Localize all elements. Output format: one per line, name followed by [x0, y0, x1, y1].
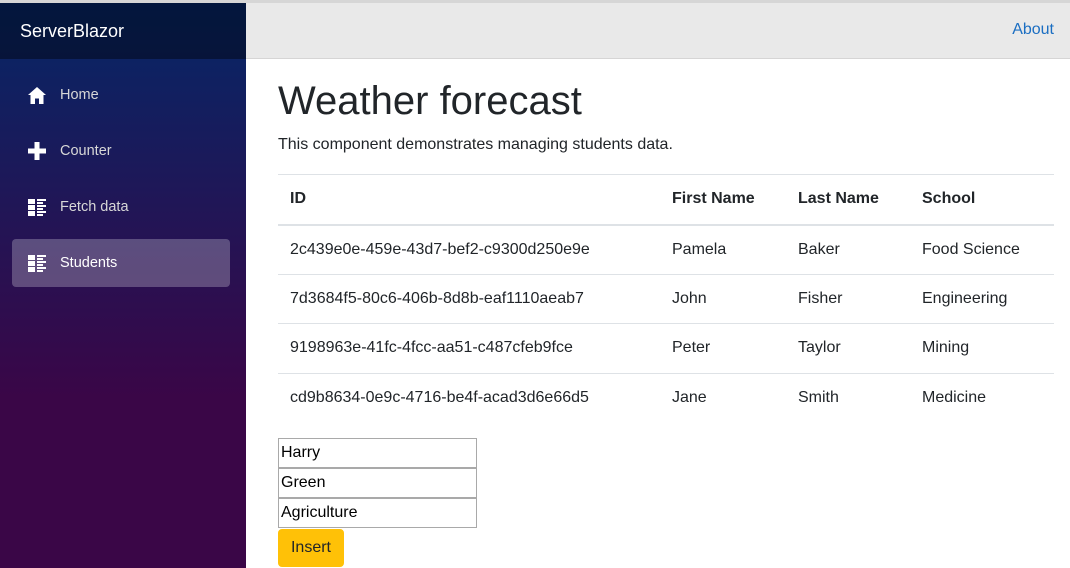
nav-item-label: Counter	[60, 143, 112, 159]
last-name-input[interactable]	[278, 467, 477, 498]
cell-school: Engineering	[910, 274, 1054, 324]
brand-bar: ServerBlazor	[0, 0, 246, 59]
column-header-last-name: Last Name	[786, 174, 910, 226]
cell-first-name: Jane	[672, 389, 707, 406]
cell-school: Medicine	[922, 389, 987, 406]
sidebar: ServerBlazor Home Counter Fetch data Stu…	[0, 0, 246, 568]
cell-first-name: Pamela	[660, 224, 786, 275]
cell-first-name: John	[660, 274, 786, 324]
cell-last-name: Fisher	[786, 274, 910, 324]
nav-item-fetch-data[interactable]: Fetch data	[12, 183, 230, 231]
cell-id: 9198963e-41fc-4fcc-aa51-c487cfeb9fce	[278, 323, 660, 374]
students-table: ID First Name Last Name School 2c439e0e-…	[278, 174, 1054, 423]
cell-school: Mining	[910, 323, 1054, 374]
home-icon	[27, 85, 47, 105]
page-description: This component demonstrates managing stu…	[278, 136, 673, 153]
app: ServerBlazor Home Counter Fetch data Stu…	[0, 0, 1070, 568]
cell-school: Food Science	[910, 224, 1054, 275]
add-student-form: Insert	[278, 437, 477, 567]
nav-menu: Home Counter Fetch data Students	[0, 59, 246, 287]
table-row: 9198963e-41fc-4fcc-aa51-c487cfeb9fce Pet…	[278, 323, 1054, 374]
column-header-school: School	[910, 174, 1054, 226]
nav-item-home[interactable]: Home	[12, 71, 230, 119]
list-rich-icon	[27, 197, 47, 217]
table-row: cd9b8634-0e9c-4716-be4f-acad3d6e66d5 Jan…	[278, 373, 1054, 423]
table-header-row: ID First Name Last Name School	[278, 174, 1054, 226]
table-row: 2c439e0e-459e-43d7-bef2-c9300d250e9e Pam…	[278, 224, 1054, 275]
brand-link[interactable]: ServerBlazor	[20, 21, 124, 42]
nav-item-label: Fetch data	[60, 199, 129, 215]
nav-item-label: Home	[60, 87, 99, 103]
nav-item-counter[interactable]: Counter	[12, 127, 230, 175]
insert-button[interactable]: Insert	[278, 528, 344, 567]
nav-item-students[interactable]: Students	[12, 239, 230, 287]
cell-last-name: Smith	[798, 389, 839, 406]
cell-id: cd9b8634-0e9c-4716-be4f-acad3d6e66d5	[290, 389, 589, 406]
top-row: About	[246, 0, 1070, 59]
first-name-input[interactable]	[278, 437, 477, 468]
cell-last-name: Taylor	[786, 323, 910, 374]
table-row: 7d3684f5-80c6-406b-8d8b-eaf1110aeab7 Joh…	[278, 274, 1054, 324]
cell-id: 7d3684f5-80c6-406b-8d8b-eaf1110aeab7	[278, 274, 660, 324]
cell-id: 2c439e0e-459e-43d7-bef2-c9300d250e9e	[278, 224, 660, 275]
nav-item-label: Students	[60, 255, 118, 271]
list-rich-icon	[27, 253, 47, 273]
column-header-first-name: First Name	[660, 174, 786, 226]
cell-first-name: Peter	[660, 323, 786, 374]
column-header-id: ID	[278, 174, 660, 226]
about-link[interactable]: About	[1012, 21, 1054, 39]
cell-last-name: Baker	[786, 224, 910, 275]
school-input[interactable]	[278, 497, 477, 528]
page-title: Weather forecast	[278, 79, 582, 123]
plus-icon	[27, 141, 47, 161]
main-content: Weather forecast This component demonstr…	[278, 59, 1054, 567]
